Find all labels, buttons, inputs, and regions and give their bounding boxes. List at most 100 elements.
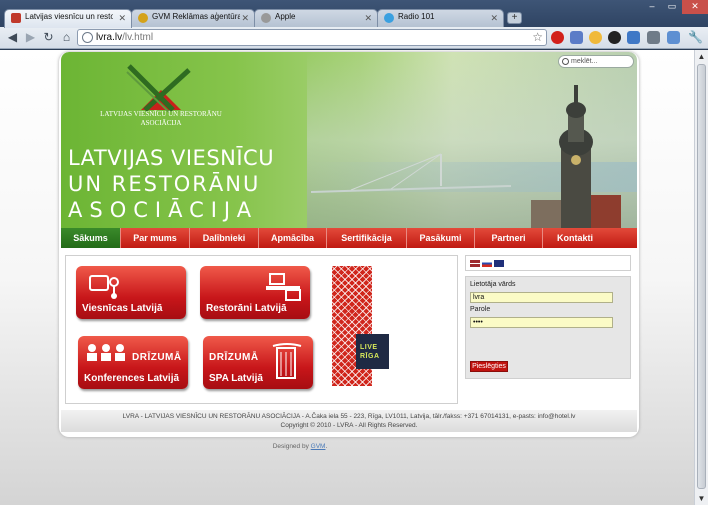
tab-close-icon[interactable]: ✕ <box>118 13 126 24</box>
scroll-up-icon[interactable]: ▲ <box>695 50 708 63</box>
nav-item-about[interactable]: Par mums <box>121 228 190 248</box>
tab-apple[interactable]: Apple ✕ <box>254 9 378 27</box>
site-title-line-3: ASOCIĀCIJA <box>68 198 259 222</box>
globe-extension-icon[interactable] <box>627 31 640 44</box>
translate-extension-icon[interactable] <box>570 31 583 44</box>
site-container: LATVIJAS VIESNĪCU UN RESTORĀNU ASOCIĀCIJ… <box>59 52 639 437</box>
close-window-icon[interactable]: ✕ <box>682 0 708 14</box>
forward-icon[interactable]: ▶ <box>23 30 38 45</box>
hotels-tile-label: Viesnīcas Latvijā <box>82 303 163 314</box>
church-tower-image <box>531 85 621 228</box>
footer-copyright: Copyright © 2010 - LVRA - All Rights Res… <box>280 422 418 429</box>
spa-tile-label: SPA Latvijā <box>209 373 263 384</box>
main-nav: Sākums Par mums Dalībnieki Apmācība Sert… <box>61 228 637 248</box>
tab-close-icon[interactable]: ✕ <box>241 13 249 24</box>
reload-icon[interactable]: ↻ <box>41 30 56 45</box>
home-icon[interactable]: ⌂ <box>59 30 74 45</box>
site-footer: LVRA - LATVIJAS VIESNĪCU UN RESTORĀNU AS… <box>61 410 637 432</box>
page-viewport: LATVIJAS VIESNĪCU UN RESTORĀNU ASOCIĀCIJ… <box>0 50 694 505</box>
conference-people-icon <box>87 344 125 361</box>
conferences-tile-label: Konferences Latvijā <box>84 373 180 384</box>
browser-toolbar: ◀ ▶ ↻ ⌂ lvra.lv/lv.html ☆ 🔧 <box>0 27 708 49</box>
site-title-line-2: UN RESTORĀNU <box>68 172 261 196</box>
hotel-bell-icon <box>89 275 119 299</box>
live-riga-line-1: LIVE <box>360 344 378 351</box>
site-title-line-1: LATVIJAS VIESNĪCU <box>68 146 275 170</box>
window-extension-icon[interactable] <box>667 31 680 44</box>
live-riga-banner[interactable]: LIVE RĪGA <box>356 334 389 369</box>
window-controls: ‒ ▭ ✕ <box>642 0 708 14</box>
nav-item-home[interactable]: Sākums <box>61 228 121 248</box>
url-host: lvra.lv <box>96 32 123 43</box>
maximize-icon[interactable]: ▭ <box>662 0 682 14</box>
vertical-scrollbar[interactable]: ▲ ▼ <box>694 50 708 505</box>
spa-tile[interactable]: DRĪZUMĀ SPA Latvijā <box>203 336 313 389</box>
restaurants-tile-label: Restorāni Latvijā <box>206 303 287 314</box>
tab-radio101[interactable]: Radio 101 ✕ <box>377 9 504 27</box>
screen-extension-icon[interactable] <box>647 31 660 44</box>
tab-gvm[interactable]: GVM Reklāmas aģentūra GVM ✕ <box>131 9 255 27</box>
bridge-image <box>311 153 511 193</box>
url-path: /lv.html <box>122 32 154 43</box>
conferences-tile[interactable]: DRĪZUMĀ Konferences Latvijā <box>78 336 188 389</box>
login-form: Lietotāja vārds lvra Parole •••• Pieslēg… <box>465 276 631 379</box>
tab-title: Apple <box>275 12 296 21</box>
english-flag-icon[interactable] <box>494 260 504 267</box>
lvra-favicon-icon <box>11 13 21 23</box>
spa-towel-icon <box>272 343 302 379</box>
nav-item-events[interactable]: Pasākumi <box>407 228 475 248</box>
apple-favicon-icon <box>261 13 271 23</box>
language-bar <box>465 255 631 271</box>
address-bar[interactable]: lvra.lv/lv.html ☆ <box>77 29 547 46</box>
designed-by-text: Designed by <box>272 443 309 450</box>
stop-extension-icon[interactable] <box>551 31 564 44</box>
page-info-icon[interactable] <box>82 32 93 43</box>
scroll-thumb[interactable] <box>697 64 706 489</box>
search-placeholder: meklēt... <box>571 58 598 65</box>
username-field[interactable]: lvra <box>470 292 613 303</box>
hotels-tile[interactable]: Viesnīcas Latvijā <box>76 266 186 319</box>
footer-address: LVRA - LATVIJAS VIESNĪCU UN RESTORĀNU AS… <box>122 413 576 420</box>
username-label: Lietotāja vārds <box>470 281 516 288</box>
gvm-favicon-icon <box>138 13 148 23</box>
russian-flag-icon[interactable] <box>482 260 492 267</box>
tab-close-icon[interactable]: ✕ <box>364 13 372 24</box>
tab-lvra[interactable]: Latvijas viesnīcu un restorānu ✕ <box>4 9 132 28</box>
nav-item-members[interactable]: Dalībnieki <box>190 228 259 248</box>
conferences-coming-soon: DRĪZUMĀ <box>132 352 182 363</box>
live-riga-line-2: RĪGA <box>360 353 380 360</box>
minimize-icon[interactable]: ‒ <box>642 0 662 14</box>
scroll-down-icon[interactable]: ▼ <box>695 492 708 505</box>
spa-coming-soon: DRĪZUMĀ <box>209 352 259 363</box>
designer-link[interactable]: GVM <box>311 443 326 450</box>
login-button[interactable]: Pieslēgties <box>470 361 508 372</box>
search-icon <box>562 58 569 65</box>
back-icon[interactable]: ◀ <box>5 30 20 45</box>
emoji-extension-icon[interactable] <box>589 31 602 44</box>
password-field[interactable]: •••• <box>470 317 613 328</box>
designed-by: Designed by GVM. <box>272 443 328 450</box>
tab-close-icon[interactable]: ✕ <box>490 13 498 24</box>
restaurant-tray-icon <box>266 273 301 301</box>
tab-strip: Latvijas viesnīcu un restorānu ✕ GVM Rek… <box>0 0 708 28</box>
latvian-flag-icon[interactable] <box>470 260 480 267</box>
record-extension-icon[interactable] <box>608 31 621 44</box>
nav-item-contacts[interactable]: Kontakti <box>543 228 607 248</box>
logo-caption: LATVIJAS VIESNĪCU UN RESTORĀNU ASOCIĀCIJ… <box>100 110 222 127</box>
site-header: LATVIJAS VIESNĪCU UN RESTORĀNU ASOCIĀCIJ… <box>61 52 637 228</box>
restaurants-tile[interactable]: Restorāni Latvijā <box>200 266 310 319</box>
password-label: Parole <box>470 306 491 313</box>
main-content: Viesnīcas Latvijā Restorāni Latvijā DRĪZ… <box>65 255 458 404</box>
bookmark-star-icon[interactable]: ☆ <box>532 30 543 44</box>
nav-item-certification[interactable]: Sertifikācija <box>327 228 407 248</box>
nav-item-partners[interactable]: Partneri <box>475 228 543 248</box>
new-tab-button[interactable]: + <box>507 12 522 24</box>
tab-title: GVM Reklāmas aģentūra GVM <box>152 12 240 21</box>
radio101-favicon-icon <box>384 13 394 23</box>
search-input[interactable]: meklēt... <box>558 55 634 68</box>
nav-item-training[interactable]: Apmācība <box>259 228 327 248</box>
tab-title: Latvijas viesnīcu un restorānu <box>25 12 113 21</box>
url-text: lvra.lv/lv.html <box>96 32 153 43</box>
wrench-icon[interactable]: 🔧 <box>688 30 703 45</box>
tab-title: Radio 101 <box>398 12 435 21</box>
